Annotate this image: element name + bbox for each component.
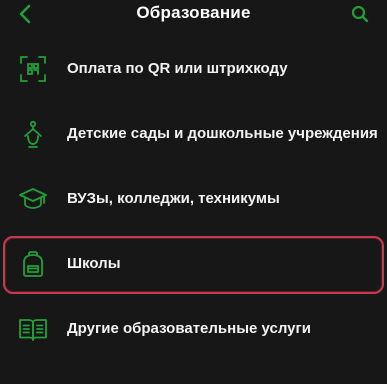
graduation-cap-icon bbox=[18, 184, 48, 214]
list-item-universities[interactable]: ВУЗы, колледжи, техникумы bbox=[0, 166, 387, 231]
list-item-label: Школы bbox=[67, 255, 121, 272]
search-button[interactable] bbox=[345, 0, 375, 28]
list-item-label: Оплата по QR или штрихкоду bbox=[67, 60, 288, 77]
category-list: Оплата по QR или штрихкоду Детские сады … bbox=[0, 36, 387, 361]
list-item-label: Другие образовательные услуги bbox=[67, 320, 311, 337]
list-item-other-education[interactable]: Другие образовательные услуги bbox=[0, 296, 387, 361]
backpack-icon bbox=[18, 249, 48, 279]
list-item-qr-payment[interactable]: Оплата по QR или штрихкоду bbox=[0, 36, 387, 101]
qr-scan-icon bbox=[18, 54, 48, 84]
list-item-label: ВУЗы, колледжи, техникумы bbox=[67, 190, 280, 207]
list-item-label: Детские сады и дошкольные учреждения bbox=[67, 125, 378, 142]
kindergarten-icon bbox=[18, 119, 48, 149]
page-title: Образование bbox=[136, 3, 251, 22]
list-item-schools[interactable]: Школы bbox=[0, 231, 387, 296]
list-item-kindergartens[interactable]: Детские сады и дошкольные учреждения bbox=[0, 101, 387, 166]
open-book-icon bbox=[18, 314, 48, 344]
header: Образование bbox=[0, 0, 387, 32]
search-icon bbox=[351, 5, 369, 23]
